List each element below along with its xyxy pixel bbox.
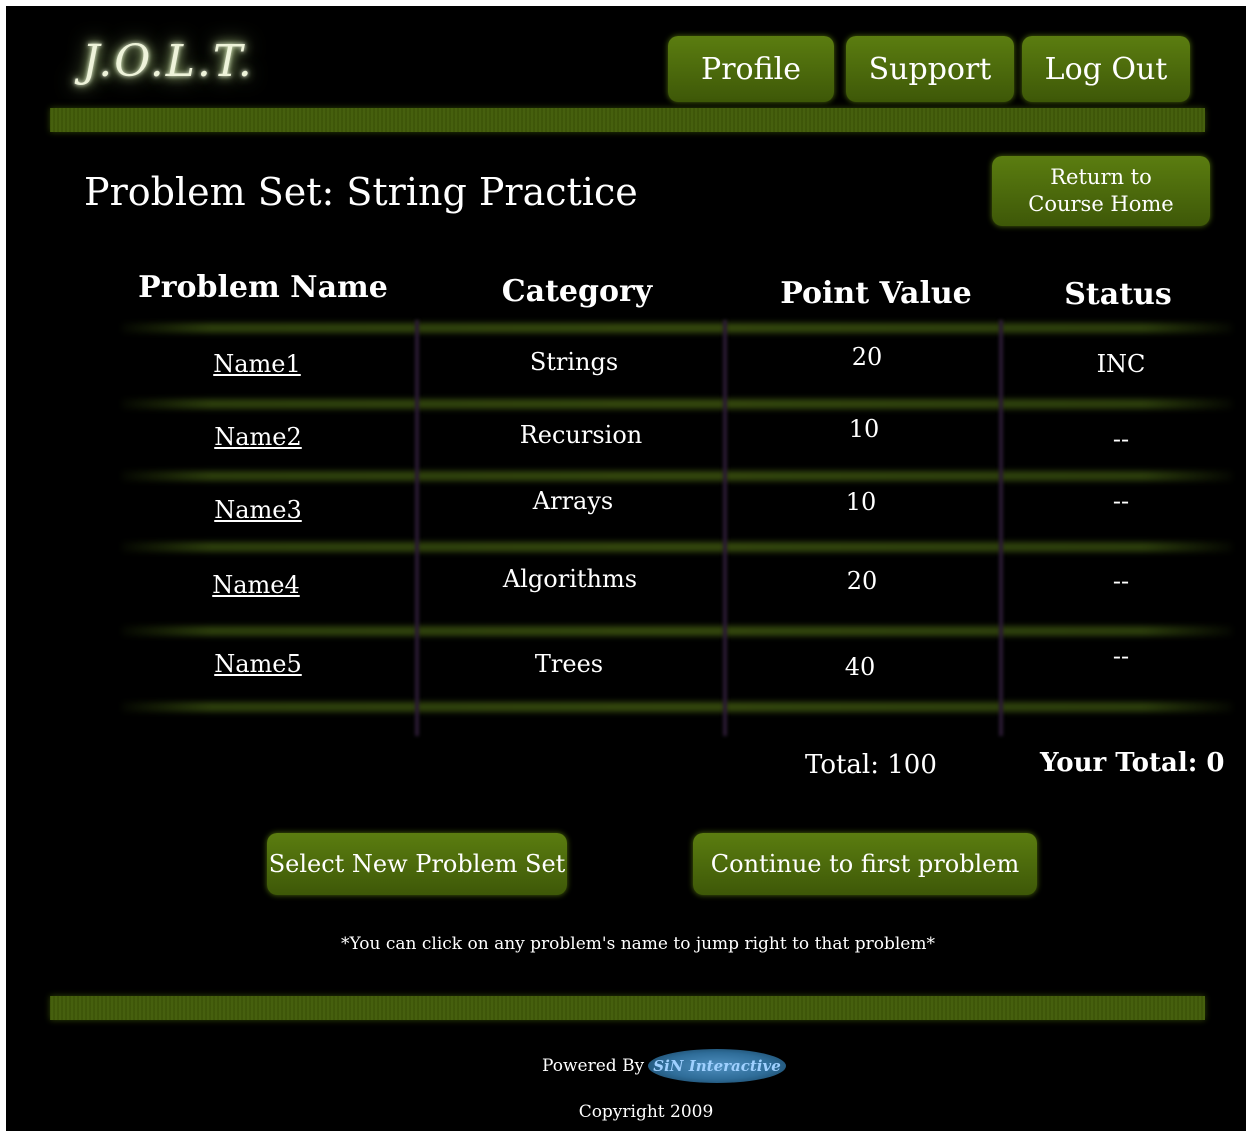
table-row-divider: [122, 399, 1232, 409]
status-cell: --: [1112, 642, 1130, 670]
powered-by-label: Powered By: [542, 1056, 645, 1076]
table-row-divider: [122, 542, 1232, 552]
header-divider-bar: [50, 108, 1205, 132]
problem-name-link[interactable]: Name2: [138, 423, 378, 451]
problem-name-link[interactable]: Name4: [136, 571, 376, 599]
table-column-divider: [723, 320, 727, 736]
table-row-divider: [122, 471, 1232, 481]
jolt-logo: J.O.L.T.: [82, 36, 254, 87]
status-cell: INC: [1096, 350, 1146, 378]
point-value-cell: 10: [848, 415, 880, 443]
your-total-points: Your Total: 0: [1040, 748, 1225, 778]
total-points: Total: 100: [805, 750, 937, 780]
return-course-home-button[interactable]: Return to Course Home: [992, 156, 1210, 226]
app-frame: J.O.L.T. Profile Support Log Out Problem…: [6, 6, 1246, 1131]
footer-divider-bar: [50, 996, 1205, 1020]
column-header-problem-name: Problem Name: [138, 270, 388, 305]
problem-name-link[interactable]: Name1: [137, 350, 377, 378]
sin-interactive-logo[interactable]: SiN Interactive: [648, 1049, 786, 1083]
page-title: Problem Set: String Practice: [84, 170, 638, 214]
status-cell: --: [1112, 487, 1130, 515]
table-column-divider: [999, 320, 1003, 736]
category-cell: Arrays: [532, 487, 614, 515]
point-value-cell: 20: [846, 567, 878, 595]
category-cell: Trees: [534, 650, 604, 678]
point-value-cell: 20: [851, 343, 883, 371]
continue-first-problem-button[interactable]: Continue to first problem: [693, 833, 1037, 895]
category-cell: Recursion: [519, 421, 643, 449]
logout-button[interactable]: Log Out: [1022, 36, 1190, 102]
copyright-text: Copyright 2009: [578, 1102, 714, 1122]
support-button[interactable]: Support: [846, 36, 1014, 102]
table-row-divider: [122, 323, 1232, 333]
table-column-divider: [415, 320, 419, 736]
point-value-cell: 40: [844, 653, 876, 681]
column-header-category: Category: [501, 274, 653, 309]
problem-name-link[interactable]: Name3: [138, 496, 378, 524]
problem-name-link[interactable]: Name5: [138, 650, 378, 678]
category-cell: Algorithms: [502, 565, 638, 593]
status-cell: --: [1112, 567, 1130, 595]
profile-button[interactable]: Profile: [668, 36, 834, 102]
category-cell: Strings: [529, 348, 619, 376]
table-row-divider: [122, 702, 1232, 712]
help-note: *You can click on any problem's name to …: [341, 934, 935, 954]
status-cell: --: [1112, 425, 1130, 453]
point-value-cell: 10: [845, 488, 877, 516]
column-header-status: Status: [1064, 277, 1172, 312]
select-new-problem-set-button[interactable]: Select New Problem Set: [267, 833, 567, 895]
table-row-divider: [122, 626, 1232, 636]
